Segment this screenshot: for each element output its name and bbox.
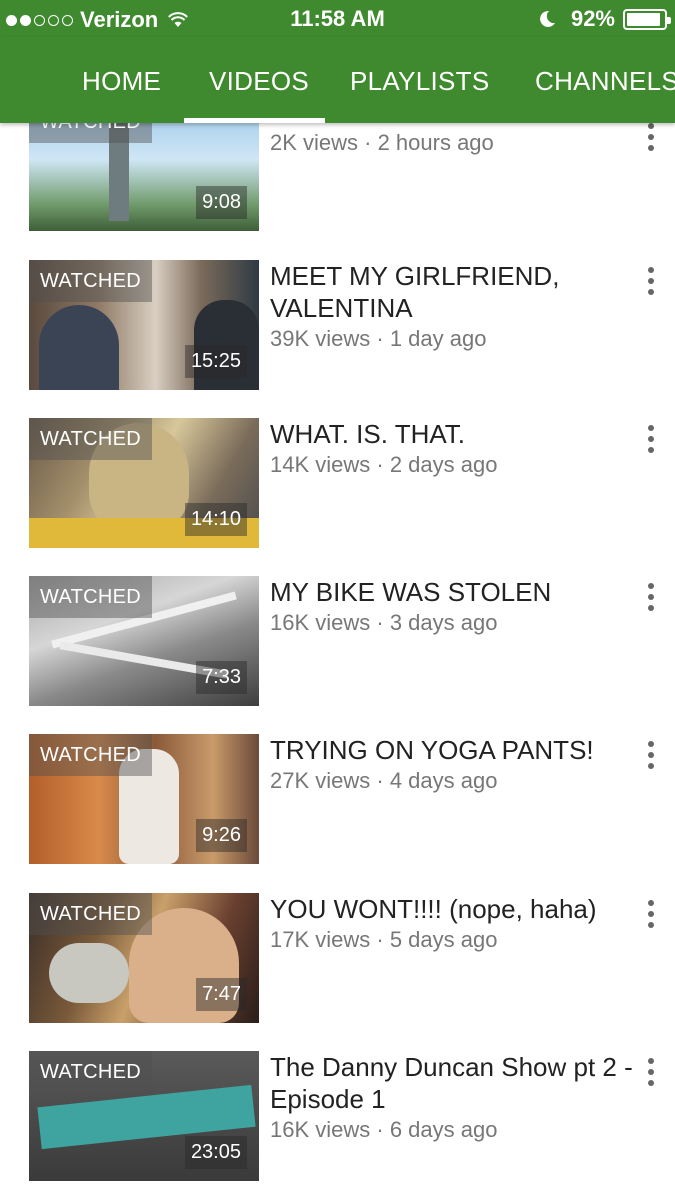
duration-badge: 9:26 (196, 819, 247, 852)
tab-channels[interactable]: CHANNELS (535, 66, 675, 97)
video-title[interactable]: TRYING ON YOGA PANTS! (270, 734, 638, 766)
duration-badge: 7:33 (196, 661, 247, 694)
duration-badge: 7:47 (196, 978, 247, 1011)
video-stats: 14K views · 2 days ago (270, 452, 498, 477)
video-stats: 39K views · 1 day ago (270, 326, 487, 351)
more-options-icon[interactable] (645, 900, 657, 928)
tab-home[interactable]: HOME (82, 66, 161, 97)
duration-badge: 15:25 (184, 345, 247, 378)
video-stats: 16K views · 3 days ago (270, 610, 498, 635)
video-stats: 27K views · 4 days ago (270, 768, 498, 793)
video-title[interactable]: MY BIKE WAS STOLEN (270, 576, 638, 608)
video-row[interactable]: WATCHED 7:33 MY BIKE WAS STOLEN 16K view… (0, 576, 675, 708)
video-row[interactable]: WATCHED 15:25 MEET MY GIRLFRIEND, VALENT… (0, 260, 675, 392)
more-options-icon[interactable] (645, 583, 657, 611)
more-options-icon[interactable] (645, 425, 657, 453)
more-options-icon[interactable] (645, 267, 657, 295)
video-title[interactable]: YOU WONT!!!! (nope, haha) (270, 893, 638, 925)
video-list: WATCHED 9:08 CRAZY BALANCING STUNTS! 2K … (0, 0, 675, 1200)
more-options-icon[interactable] (645, 123, 657, 151)
more-options-icon[interactable] (645, 741, 657, 769)
video-thumbnail[interactable]: WATCHED 14:10 (29, 418, 259, 548)
video-row[interactable]: WATCHED 7:47 YOU WONT!!!! (nope, haha) 1… (0, 893, 675, 1025)
video-title[interactable]: WHAT. IS. THAT. (270, 418, 638, 450)
do-not-disturb-moon-icon (540, 10, 555, 27)
duration-badge: 14:10 (184, 503, 247, 536)
video-row[interactable]: WATCHED 14:10 WHAT. IS. THAT. 14K views … (0, 418, 675, 550)
duration-badge: 23:05 (184, 1136, 247, 1169)
video-row[interactable]: WATCHED 9:26 TRYING ON YOGA PANTS! 27K v… (0, 734, 675, 866)
watched-badge: WATCHED (29, 893, 152, 935)
video-stats: 2K views · 2 hours ago (270, 130, 494, 155)
video-title[interactable]: The Danny Duncan Show pt 2 - Episode 1 (270, 1051, 638, 1115)
battery-percentage: 92% (570, 6, 615, 31)
video-row[interactable]: WATCHED 23:05 The Danny Duncan Show pt 2… (0, 1051, 675, 1183)
tab-videos[interactable]: VIDEOS (209, 66, 309, 97)
more-options-icon[interactable] (645, 1058, 657, 1086)
watched-badge: WATCHED (29, 1051, 152, 1093)
video-thumbnail[interactable]: WATCHED 23:05 (29, 1051, 259, 1181)
watched-badge: WATCHED (29, 260, 152, 302)
watched-badge: WATCHED (29, 734, 152, 776)
battery-icon (623, 8, 671, 30)
video-thumbnail[interactable]: WATCHED 7:33 (29, 576, 259, 706)
status-bar: Verizon 11:58 AM 92% (0, 0, 675, 37)
watched-badge: WATCHED (29, 576, 152, 618)
active-tab-indicator (184, 118, 325, 123)
video-title[interactable]: MEET MY GIRLFRIEND, VALENTINA (270, 260, 638, 324)
video-thumbnail[interactable]: WATCHED 15:25 (29, 260, 259, 390)
tab-bar: HOME VIDEOS PLAYLISTS CHANNELS (0, 37, 675, 123)
duration-badge: 9:08 (196, 186, 247, 219)
video-stats: 17K views · 5 days ago (270, 927, 498, 952)
video-thumbnail[interactable]: WATCHED 7:47 (29, 893, 259, 1023)
watched-badge: WATCHED (29, 418, 152, 460)
video-thumbnail[interactable]: WATCHED 9:26 (29, 734, 259, 864)
video-stats: 16K views · 6 days ago (270, 1117, 498, 1142)
tab-playlists[interactable]: PLAYLISTS (350, 66, 490, 97)
